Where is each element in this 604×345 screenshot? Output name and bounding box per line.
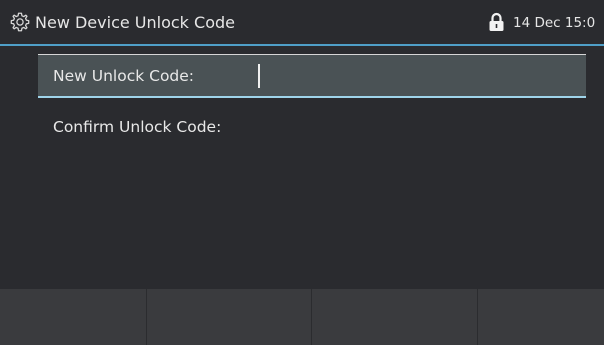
header-bar: New Device Unlock Code 14 Dec 15:0 [0,0,604,44]
softkey-3[interactable] [312,289,478,345]
header-divider [0,44,604,46]
focus-underline [38,96,586,98]
lock-icon [489,12,504,31]
new-unlock-code-field[interactable]: New Unlock Code: [38,54,586,97]
softkey-bar [0,289,604,345]
confirm-unlock-code-label: Confirm Unlock Code: [53,118,222,136]
softkey-4[interactable] [478,289,604,345]
phone-screen: New Device Unlock Code 14 Dec 15:0 New U… [0,0,604,345]
status-datetime: 14 Dec 15:0 [513,15,596,31]
new-unlock-code-label: New Unlock Code: [53,67,195,85]
softkey-2[interactable] [147,289,312,345]
confirm-unlock-code-field[interactable]: Confirm Unlock Code: [38,106,586,148]
softkey-1[interactable] [0,289,147,345]
page-title: New Device Unlock Code [35,13,235,32]
gear-icon [10,12,30,32]
text-cursor [258,64,260,88]
